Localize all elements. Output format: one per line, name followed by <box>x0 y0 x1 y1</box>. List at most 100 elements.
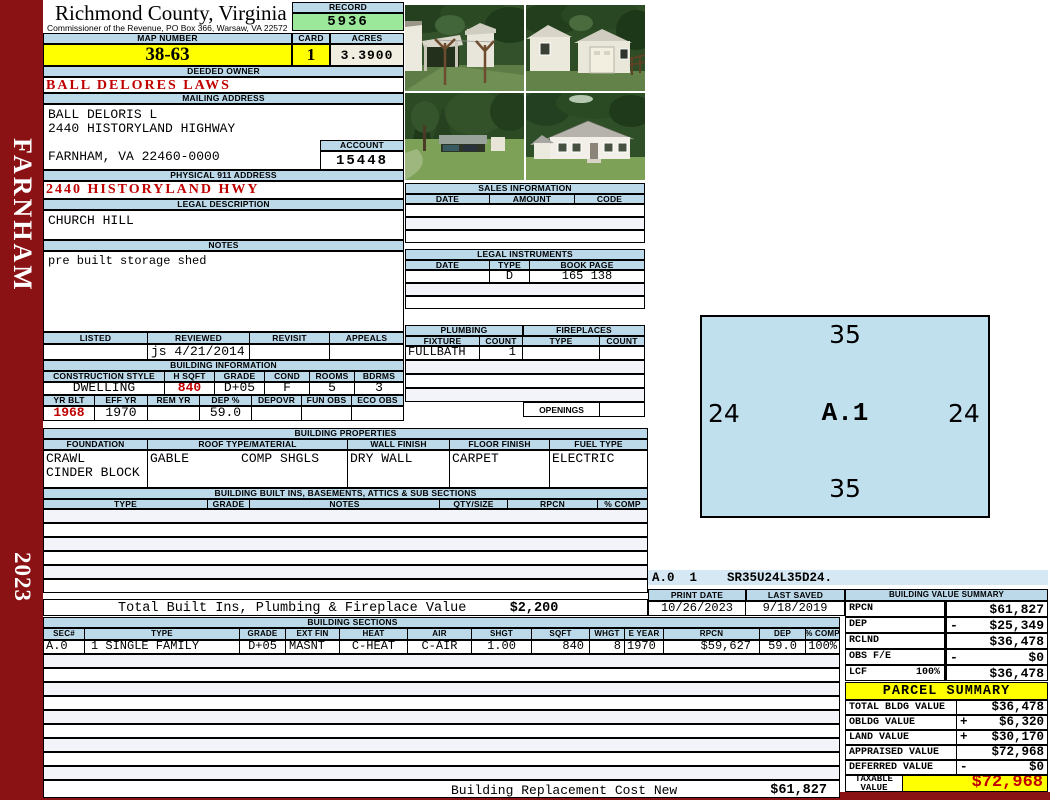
openings-value <box>600 402 645 417</box>
sections-empty-row <box>43 738 840 752</box>
parcel-row-obldg: OBLDG VALUE + $6,320 <box>845 715 1048 730</box>
yrblt-header: YR BLT <box>43 395 95 406</box>
sec-grade-value: D+05 <box>240 640 286 654</box>
fuel-type-header: FUEL TYPE <box>550 439 648 450</box>
foundation-type: CRAWL <box>46 451 86 466</box>
roof-header: ROOF TYPE/MATERIAL <box>148 439 348 450</box>
fuel-type-value: ELECTRIC <box>550 450 648 488</box>
bvs-lcf-pct: 100% <box>915 667 940 678</box>
openings-label: OPENINGS <box>523 402 600 417</box>
grade-header: GRADE <box>215 371 265 382</box>
map-number-value: 38-63 <box>43 44 292 66</box>
bi-qty-header: QTY/SIZE <box>440 499 508 509</box>
building-section-row: A.0 1 SINGLE FAMILY D+05 MASNT C-HEAT C-… <box>43 640 840 654</box>
sales-empty-row <box>405 217 645 230</box>
appeals-header: APPEALS <box>330 332 404 344</box>
bvs-lcf-label: LCF <box>849 667 868 678</box>
deeded-owner-header: DEEDED OWNER <box>43 66 404 77</box>
photo-outbuildings <box>405 5 524 91</box>
bvs-lcf-value: $36,478 <box>989 665 1044 681</box>
built-ins-empty-row <box>43 509 648 523</box>
sections-empty-row <box>43 668 840 682</box>
taxable-value: $72,968 <box>903 775 1048 792</box>
sections-empty-row <box>43 696 840 710</box>
sec-eyear-header: E YEAR <box>625 628 664 640</box>
sections-empty-row <box>43 724 840 738</box>
acres-value: 3.3900 <box>330 44 404 66</box>
revisit-header: REVISIT <box>250 332 330 344</box>
sec-rpcn-value: $59,627 <box>664 640 760 654</box>
bi-notes-header: NOTES <box>250 499 440 509</box>
bvs-obs-label: OBS F/E <box>845 649 945 665</box>
sec-whgt-value: 8 <box>590 640 625 654</box>
sections-empty-row <box>43 682 840 696</box>
mailing-address-header: MAILING ADDRESS <box>43 93 404 104</box>
parcel-row-total-bldg: TOTAL BLDG VALUE $36,478 <box>845 700 1048 715</box>
cond-header: COND <box>265 371 310 382</box>
plumbing-header: PLUMBING <box>405 325 523 336</box>
roof-material: COMP SHGLS <box>241 451 320 466</box>
parcel-obldg-value: $6,320 <box>998 715 1044 730</box>
sales-date-header: DATE <box>405 194 490 204</box>
deeded-owner-value: BALL DELORES LAWS <box>43 77 404 93</box>
foundation-material: CINDER BLOCK <box>46 465 140 481</box>
bi-grade-header: GRADE <box>208 499 250 509</box>
built-ins-empty-row <box>43 551 648 565</box>
sections-empty-row <box>43 752 840 766</box>
li-type-value: D <box>490 270 530 283</box>
hsqft-header: H SQFT <box>165 371 215 382</box>
grade-value: D+05 <box>215 382 265 395</box>
parcel-obldg-label: OBLDG VALUE <box>845 715 957 730</box>
page-subtitle: Commissioner of the Revenue, PO Box 366,… <box>47 23 288 33</box>
plumbing-row-1: FULLBATH 1 <box>405 346 645 360</box>
legal-description-box: CHURCH HILL <box>43 210 404 240</box>
sketch-dim-bottom: 35 <box>829 474 861 503</box>
built-ins-columns: TYPE GRADE NOTES QTY/SIZE RPCN % COMP <box>43 499 648 509</box>
replacement-cost-value: $61,827 <box>770 783 827 798</box>
sec-eyear-value: 1970 <box>625 640 664 654</box>
acres-header: ACRES <box>330 33 404 44</box>
bvs-dep-sign: - <box>950 617 958 633</box>
depovr-header: DEPOVR <box>252 395 302 406</box>
physical-address-header: PHYSICAL 911 ADDRESS <box>43 170 404 181</box>
print-saved-values: 10/26/2023 9/18/2019 <box>648 601 845 616</box>
li-bookpage-value: 165 138 <box>530 270 645 283</box>
parcel-row-deferred: DEFERRED VALUE - $0 <box>845 760 1048 775</box>
sales-empty-row <box>405 230 645 243</box>
remyr-header: REM YR <box>148 395 200 406</box>
parcel-summary-header: PARCEL SUMMARY <box>845 682 1048 700</box>
sec-dep-value: 59.0 <box>760 640 806 654</box>
review-header-row: LISTED REVIEWED REVISIT APPEALS <box>43 332 404 344</box>
li-date-value <box>405 270 490 283</box>
sec-comp-value: 100% <box>806 640 840 654</box>
fireplace-type-value <box>523 346 600 360</box>
sec-grade-header: GRADE <box>240 628 286 640</box>
parcel-row-taxable: TAXABLE VALUE $72,968 <box>845 775 1048 792</box>
replacement-cost-label: Building Replacement Cost New <box>451 783 678 798</box>
sections-empty-row <box>43 654 840 668</box>
mailing-line-2: 2440 HISTORYLAND HIGHWAY <box>48 121 236 136</box>
bvs-dep-value: $25,349 <box>989 617 1044 633</box>
ecoobs-value <box>352 406 404 421</box>
sec-heat-header: HEAT <box>340 628 408 640</box>
legal-instruments-header: LEGAL INSTRUMENTS <box>405 249 645 260</box>
parcel-land-value: $30,170 <box>991 730 1044 745</box>
foundation-header: FOUNDATION <box>43 439 148 450</box>
sec-rpcn-header: RPCN <box>664 628 760 640</box>
building-info-values-2: 1968 1970 59.0 <box>43 406 404 421</box>
parcel-land-label: LAND VALUE <box>845 730 957 745</box>
li-type-header: TYPE <box>490 260 530 270</box>
yrblt-value: 1968 <box>43 406 95 421</box>
review-value-row: js 4/21/2014 <box>43 344 404 360</box>
year-label: 2023 <box>10 552 35 602</box>
parcel-deferred-label: DEFERRED VALUE <box>845 760 957 775</box>
bvs-rclnd-value: $36,478 <box>989 633 1044 649</box>
building-sections-columns: SEC# TYPE GRADE EXT FIN HEAT AIR SHGT SQ… <box>43 628 840 640</box>
total-built-ins-row: Total Built Ins, Plumbing & Fireplace Va… <box>43 599 648 616</box>
legal-instruments-empty-row <box>405 283 645 296</box>
appeals-value <box>330 344 404 360</box>
parcel-deferred-sign: - <box>960 760 968 775</box>
bi-type-header: TYPE <box>43 499 208 509</box>
legal-description-header: LEGAL DESCRIPTION <box>43 199 404 210</box>
record-header: RECORD <box>292 2 404 13</box>
